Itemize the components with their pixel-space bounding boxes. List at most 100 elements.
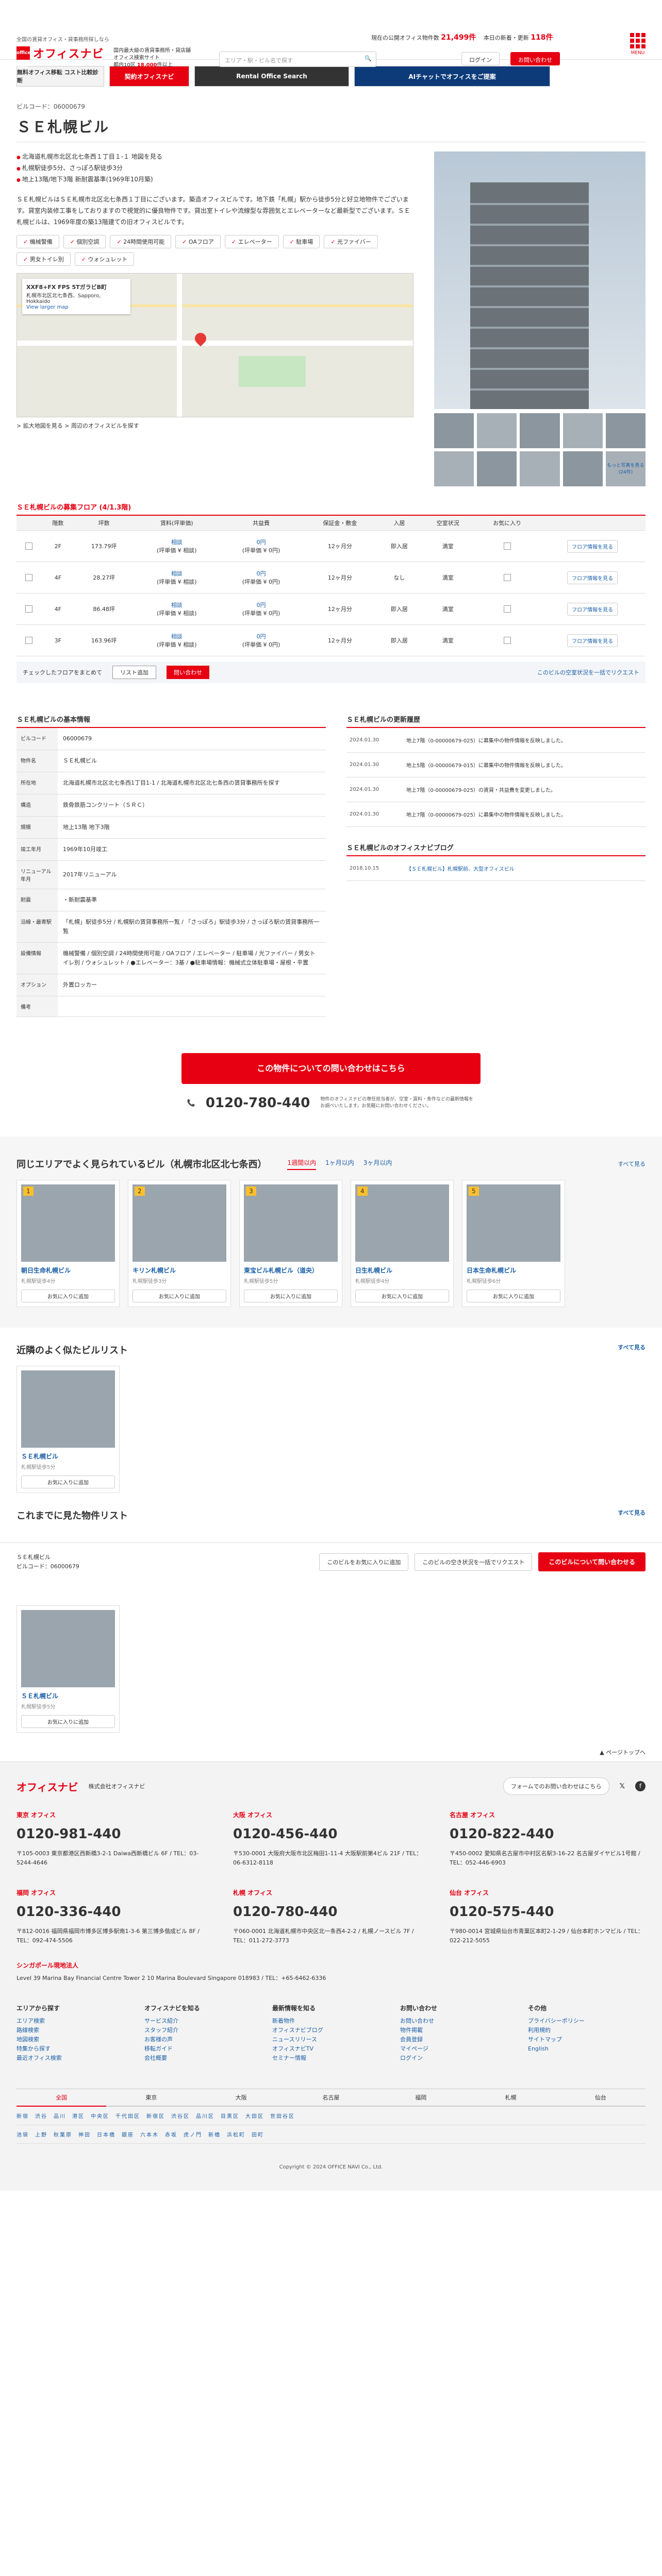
card-name[interactable]: 日本生命札幌ビル [467, 1266, 560, 1275]
floor-checkbox[interactable] [25, 574, 33, 581]
site-logo[interactable]: 全国の賃貸オフィス・貸事務所探しなら office navi オフィスナビ [16, 35, 109, 69]
banner-contract[interactable]: 契約オフィスナビ [109, 66, 189, 87]
building-card[interactable]: 1 朝日生命札幌ビル 札幌駅徒歩4分 お気に入りに追加 [16, 1180, 120, 1307]
search-icon[interactable]: 🔍 [365, 55, 372, 62]
floor-checkbox[interactable] [25, 637, 33, 644]
office-phone[interactable]: 0120-981-440 [16, 1826, 212, 1842]
thumbnail[interactable] [605, 413, 646, 448]
tab-3month[interactable]: 3ヶ月以内 [363, 1158, 392, 1170]
map-larger-link[interactable]: View larger map [26, 304, 69, 310]
card-name[interactable]: ＳＥ札幌ビル [21, 1452, 115, 1461]
building-card[interactable]: 3 東宝ビル札幌ビル（道央） 札幌駅徒歩5分 お気に入りに追加 [239, 1180, 342, 1307]
history-see-all-link[interactable]: すべて見る [618, 1509, 646, 1522]
page-top-link[interactable]: ▲ ページトップへ [0, 1733, 662, 1761]
tab-area[interactable]: 大阪 [196, 2089, 286, 2107]
tab-area[interactable]: 全国 [16, 2089, 107, 2107]
favorite-button[interactable]: お気に入りに追加 [21, 1476, 115, 1488]
favorite-button[interactable]: お気に入りに追加 [244, 1290, 338, 1302]
thumbnail[interactable] [434, 413, 474, 448]
tab-1month[interactable]: 1ヶ月以内 [325, 1158, 354, 1170]
nearby-see-all-link[interactable]: すべて見る [618, 1343, 646, 1357]
card-name[interactable]: 朝日生命札幌ビル [21, 1266, 115, 1275]
office-phone[interactable]: 0120-822-440 [450, 1826, 646, 1842]
favorite-button[interactable]: お気に入りに追加 [21, 1290, 115, 1302]
tab-area[interactable]: 名古屋 [286, 2089, 376, 2107]
floor-detail-button[interactable]: フロア情報を見る [567, 571, 618, 584]
more-photos-link[interactable]: もっと写真を見る(24件) [605, 451, 646, 486]
rent-link[interactable]: 相談 [171, 570, 183, 577]
thumbnail[interactable] [520, 451, 560, 486]
location-map[interactable]: XXF8+FX FPS 5TガラビB町 札幌市北区北七条西、Sapporo, H… [16, 273, 413, 417]
search-input[interactable]: エリア・駅・ビル名で探す 🔍 [219, 52, 376, 67]
thumbnail[interactable] [477, 413, 517, 448]
inquiry-button[interactable]: この物件についての問い合わせはこちら [181, 1053, 481, 1084]
blog-link[interactable]: 【ＳＥ札幌ビル】札幌駅前、大型オフィスビル [406, 867, 515, 872]
rent-link[interactable]: 相談 [171, 602, 183, 608]
floor-checkbox[interactable] [25, 605, 33, 613]
thumbnail[interactable] [520, 413, 560, 448]
favorite-button[interactable]: お気に入りに追加 [467, 1290, 560, 1302]
footer-link[interactable]: お客様の声 [144, 2035, 262, 2044]
fee-link[interactable]: 0円 [257, 602, 266, 608]
map-links[interactable]: > 拡大地図を見る > 周辺のオフィスビルを探す [16, 421, 413, 430]
favorite-button[interactable]: お気に入りに追加 [21, 1715, 115, 1728]
area-link-row[interactable]: 池袋 上野 秋葉原 神田 日本橋 銀座 六本木 赤坂 虎ノ門 新橋 浜松町 田町 [16, 2125, 646, 2144]
favorite-button[interactable]: お気に入りに追加 [355, 1290, 449, 1302]
favorite-checkbox[interactable] [503, 543, 511, 550]
footer-link[interactable]: お問い合わせ [400, 2016, 518, 2026]
footer-link[interactable]: プライバシーポリシー [528, 2016, 646, 2026]
footer-link[interactable]: 最近オフィス検索 [16, 2054, 134, 2063]
footer-link[interactable]: ニュースリリース [272, 2035, 390, 2044]
office-phone[interactable]: 0120-780-440 [233, 1904, 429, 1920]
fee-link[interactable]: 0円 [257, 539, 266, 546]
thumbnail[interactable] [562, 413, 603, 448]
footer-logo[interactable]: オフィスナビ [16, 1779, 78, 1794]
thumbnail[interactable] [477, 451, 517, 486]
floor-detail-button[interactable]: フロア情報を見る [567, 602, 618, 616]
footer-link[interactable]: 移転ガイド [144, 2044, 262, 2054]
footer-link[interactable]: エリア検索 [16, 2016, 134, 2026]
x-icon[interactable]: 𝕏 [620, 1783, 625, 1790]
building-card[interactable]: 4 日生札幌ビル 札幌駅徒歩4分 お気に入りに追加 [351, 1180, 454, 1307]
card-name[interactable]: 日生札幌ビル [355, 1266, 449, 1275]
footer-link[interactable]: オフィスナビTV [272, 2044, 390, 2054]
popular-see-all-link[interactable]: すべて見る [618, 1160, 646, 1168]
favorite-checkbox[interactable] [503, 605, 511, 613]
area-link-row[interactable]: 新宿 渋谷 品川 港区 中央区 千代田区 新宿区 渋谷区 品川区 目黒区 大田区… [16, 2107, 646, 2125]
footer-link[interactable]: サイトマップ [528, 2035, 646, 2044]
footer-link[interactable]: 利用規約 [528, 2026, 646, 2035]
office-phone[interactable]: 0120-575-440 [450, 1904, 646, 1920]
tab-area[interactable]: 福岡 [376, 2089, 466, 2107]
banner-rental-search[interactable]: Rental Office Search [194, 66, 349, 87]
building-card[interactable]: ＳＥ札幌ビル 札幌駅徒歩5分 お気に入りに追加 [16, 1366, 120, 1493]
thumbnail[interactable] [434, 451, 474, 486]
footer-link[interactable]: サービス紹介 [144, 2016, 262, 2026]
fee-link[interactable]: 0円 [257, 633, 266, 640]
footer-link[interactable]: セミナー情報 [272, 2054, 390, 2063]
footer-link[interactable]: English [528, 2044, 646, 2054]
favorite-button[interactable]: お気に入りに追加 [133, 1290, 226, 1302]
card-name[interactable]: ＳＥ札幌ビル [21, 1691, 115, 1700]
sticky-inquiry-button[interactable]: このビルについて問い合わせる [538, 1552, 646, 1571]
footer-link[interactable]: スタッフ紹介 [144, 2026, 262, 2035]
tab-1week[interactable]: 1週間以内 [287, 1158, 317, 1170]
tab-area[interactable]: 東京 [106, 2089, 196, 2107]
add-list-button[interactable]: リスト追加 [112, 666, 156, 679]
rent-link[interactable]: 相談 [171, 633, 183, 640]
banner-cost[interactable]: 無料オフィス移転 コスト比較診断 [16, 66, 104, 87]
bulk-request-link[interactable]: このビルの空室状況を一括でリクエスト [537, 668, 639, 676]
footer-link[interactable]: ログイン [400, 2054, 518, 2063]
building-photo[interactable] [434, 151, 646, 409]
thumbnail[interactable] [562, 451, 603, 486]
favorite-checkbox[interactable] [503, 637, 511, 644]
card-name[interactable]: キリン札幌ビル [133, 1266, 226, 1275]
footer-link[interactable]: 物件掲載 [400, 2026, 518, 2035]
contact-button[interactable]: お問い合わせ [510, 52, 560, 65]
footer-link[interactable]: 会員登録 [400, 2035, 518, 2044]
tab-area[interactable]: 札幌 [466, 2089, 556, 2107]
banner-ai-chat[interactable]: AIチャットでオフィスをご提案 [354, 66, 550, 87]
rent-link[interactable]: 相談 [171, 539, 183, 546]
menu-button[interactable]: MENU [630, 33, 646, 56]
login-button[interactable]: ログイン [461, 52, 500, 65]
card-name[interactable]: 東宝ビル札幌ビル（道央） [244, 1266, 338, 1275]
